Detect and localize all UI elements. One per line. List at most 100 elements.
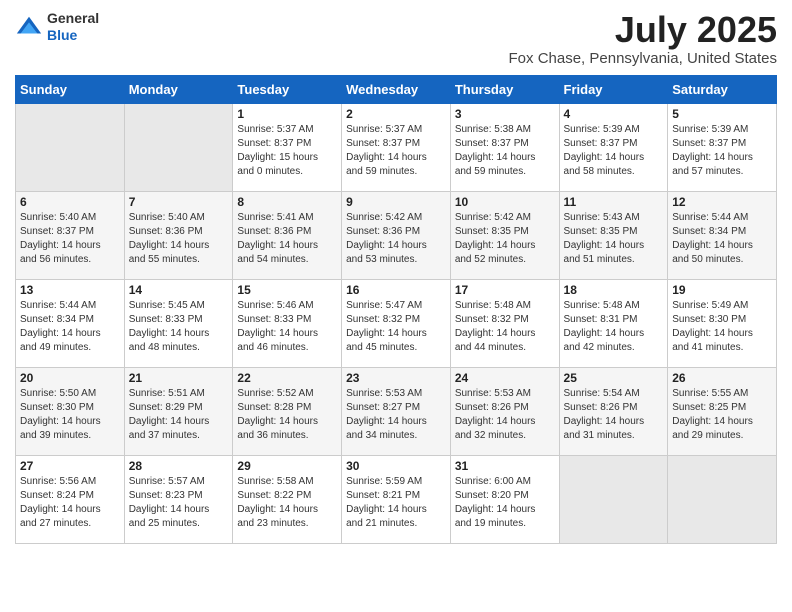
calendar-cell: 12 Sunrise: 5:44 AM Sunset: 8:34 PM Dayli…	[668, 191, 777, 279]
day-number: 24	[455, 371, 555, 385]
col-header-sunday: Sunday	[16, 75, 125, 103]
calendar-cell: 6 Sunrise: 5:40 AM Sunset: 8:37 PM Daylig…	[16, 191, 125, 279]
calendar-cell: 24 Sunrise: 5:53 AM Sunset: 8:26 PM Dayli…	[450, 367, 559, 455]
logo: General Blue	[15, 10, 99, 44]
day-number: 25	[564, 371, 664, 385]
day-number: 4	[564, 107, 664, 121]
calendar-cell: 26 Sunrise: 5:55 AM Sunset: 8:25 PM Dayli…	[668, 367, 777, 455]
day-info: Sunrise: 5:38 AM Sunset: 8:37 PM Dayligh…	[455, 123, 555, 179]
day-info: Sunrise: 5:48 AM Sunset: 8:32 PM Dayligh…	[455, 299, 555, 355]
calendar-cell: 22Sunrise: 5:52 AM Sunset: 8:28 PM Dayli…	[233, 367, 342, 455]
calendar-cell: 21Sunrise: 5:51 AM Sunset: 8:29 PM Dayli…	[124, 367, 233, 455]
calendar-cell: 13 Sunrise: 5:44 AM Sunset: 8:34 PM Dayli…	[16, 279, 125, 367]
day-info: Sunrise: 5:55 AM Sunset: 8:25 PM Dayligh…	[672, 387, 772, 443]
day-info: Sunrise: 5:56 AM Sunset: 8:24 PM Dayligh…	[20, 475, 120, 531]
week-row-2: 6 Sunrise: 5:40 AM Sunset: 8:37 PM Daylig…	[16, 191, 777, 279]
calendar-cell: 15 Sunrise: 5:46 AM Sunset: 8:33 PM Dayli…	[233, 279, 342, 367]
day-info: Sunrise: 5:51 AM Sunset: 8:29 PM Dayligh…	[129, 387, 229, 443]
col-header-thursday: Thursday	[450, 75, 559, 103]
day-number: 10	[455, 195, 555, 209]
calendar-cell: 27 Sunrise: 5:56 AM Sunset: 8:24 PM Dayli…	[16, 455, 125, 543]
logo-blue: Blue	[47, 27, 77, 43]
day-info: Sunrise: 5:53 AM Sunset: 8:27 PM Dayligh…	[346, 387, 446, 443]
day-info: Sunrise: 5:44 AM Sunset: 8:34 PM Dayligh…	[672, 211, 772, 267]
day-number: 29	[237, 459, 337, 473]
day-info: Sunrise: 5:45 AM Sunset: 8:33 PM Dayligh…	[129, 299, 229, 355]
day-number: 13	[20, 283, 120, 297]
logo-general: General	[47, 10, 99, 26]
day-info: Sunrise: 5:46 AM Sunset: 8:33 PM Dayligh…	[237, 299, 337, 355]
day-number: 17	[455, 283, 555, 297]
logo-text: General Blue	[47, 10, 99, 44]
day-number: 26	[672, 371, 772, 385]
day-info: Sunrise: 5:54 AM Sunset: 8:26 PM Dayligh…	[564, 387, 664, 443]
subtitle: Fox Chase, Pennsylvania, United States	[509, 50, 777, 67]
day-number: 30	[346, 459, 446, 473]
day-info: Sunrise: 5:37 AM Sunset: 8:37 PM Dayligh…	[346, 123, 446, 179]
day-info: Sunrise: 5:40 AM Sunset: 8:37 PM Dayligh…	[20, 211, 120, 267]
day-info: Sunrise: 5:59 AM Sunset: 8:21 PM Dayligh…	[346, 475, 446, 531]
day-number: 23	[346, 371, 446, 385]
day-info: Sunrise: 5:58 AM Sunset: 8:22 PM Dayligh…	[237, 475, 337, 531]
calendar-cell: 19 Sunrise: 5:49 AM Sunset: 8:30 PM Dayli…	[668, 279, 777, 367]
header: General Blue July 2025 Fox Chase, Pennsy…	[15, 10, 777, 67]
week-row-3: 13 Sunrise: 5:44 AM Sunset: 8:34 PM Dayli…	[16, 279, 777, 367]
day-info: Sunrise: 5:48 AM Sunset: 8:31 PM Dayligh…	[564, 299, 664, 355]
day-number: 8	[237, 195, 337, 209]
calendar-cell: 3 Sunrise: 5:38 AM Sunset: 8:37 PM Daylig…	[450, 103, 559, 191]
col-header-saturday: Saturday	[668, 75, 777, 103]
day-info: Sunrise: 5:57 AM Sunset: 8:23 PM Dayligh…	[129, 475, 229, 531]
day-number: 7	[129, 195, 229, 209]
calendar-cell: 5 Sunrise: 5:39 AM Sunset: 8:37 PM Daylig…	[668, 103, 777, 191]
day-number: 5	[672, 107, 772, 121]
calendar-cell: 4Sunrise: 5:39 AM Sunset: 8:37 PM Daylig…	[559, 103, 668, 191]
col-header-wednesday: Wednesday	[342, 75, 451, 103]
week-row-4: 20 Sunrise: 5:50 AM Sunset: 8:30 PM Dayli…	[16, 367, 777, 455]
calendar-cell: 30 Sunrise: 5:59 AM Sunset: 8:21 PM Dayli…	[342, 455, 451, 543]
col-header-friday: Friday	[559, 75, 668, 103]
calendar: SundayMondayTuesdayWednesdayThursdayFrid…	[15, 75, 777, 544]
calendar-cell: 10 Sunrise: 5:42 AM Sunset: 8:35 PM Dayli…	[450, 191, 559, 279]
day-number: 16	[346, 283, 446, 297]
calendar-cell: 16 Sunrise: 5:47 AM Sunset: 8:32 PM Dayli…	[342, 279, 451, 367]
calendar-cell: 9Sunrise: 5:42 AM Sunset: 8:36 PM Daylig…	[342, 191, 451, 279]
day-number: 6	[20, 195, 120, 209]
calendar-cell: 2 Sunrise: 5:37 AM Sunset: 8:37 PM Daylig…	[342, 103, 451, 191]
day-info: Sunrise: 5:42 AM Sunset: 8:35 PM Dayligh…	[455, 211, 555, 267]
calendar-cell: 17 Sunrise: 5:48 AM Sunset: 8:32 PM Dayli…	[450, 279, 559, 367]
calendar-cell: 20 Sunrise: 5:50 AM Sunset: 8:30 PM Dayli…	[16, 367, 125, 455]
day-info: Sunrise: 5:44 AM Sunset: 8:34 PM Dayligh…	[20, 299, 120, 355]
day-number: 3	[455, 107, 555, 121]
logo-icon	[15, 13, 43, 41]
day-info: Sunrise: 5:47 AM Sunset: 8:32 PM Dayligh…	[346, 299, 446, 355]
col-header-monday: Monday	[124, 75, 233, 103]
calendar-cell	[559, 455, 668, 543]
day-number: 27	[20, 459, 120, 473]
calendar-cell: 28 Sunrise: 5:57 AM Sunset: 8:23 PM Dayli…	[124, 455, 233, 543]
calendar-cell	[668, 455, 777, 543]
week-row-5: 27 Sunrise: 5:56 AM Sunset: 8:24 PM Dayli…	[16, 455, 777, 543]
day-info: Sunrise: 5:50 AM Sunset: 8:30 PM Dayligh…	[20, 387, 120, 443]
day-info: Sunrise: 5:53 AM Sunset: 8:26 PM Dayligh…	[455, 387, 555, 443]
day-number: 14	[129, 283, 229, 297]
calendar-cell: 14 Sunrise: 5:45 AM Sunset: 8:33 PM Dayli…	[124, 279, 233, 367]
col-header-tuesday: Tuesday	[233, 75, 342, 103]
day-info: Sunrise: 6:00 AM Sunset: 8:20 PM Dayligh…	[455, 475, 555, 531]
day-info: Sunrise: 5:39 AM Sunset: 8:37 PM Dayligh…	[672, 123, 772, 179]
calendar-cell: 23 Sunrise: 5:53 AM Sunset: 8:27 PM Dayli…	[342, 367, 451, 455]
calendar-cell: 8Sunrise: 5:41 AM Sunset: 8:36 PM Daylig…	[233, 191, 342, 279]
calendar-cell	[124, 103, 233, 191]
calendar-cell: 7Sunrise: 5:40 AM Sunset: 8:36 PM Daylig…	[124, 191, 233, 279]
week-row-1: 1 Sunrise: 5:37 AM Sunset: 8:37 PM Daylig…	[16, 103, 777, 191]
day-number: 20	[20, 371, 120, 385]
day-number: 19	[672, 283, 772, 297]
day-number: 12	[672, 195, 772, 209]
day-number: 22	[237, 371, 337, 385]
calendar-cell: 29 Sunrise: 5:58 AM Sunset: 8:22 PM Dayli…	[233, 455, 342, 543]
day-number: 1	[237, 107, 337, 121]
day-info: Sunrise: 5:49 AM Sunset: 8:30 PM Dayligh…	[672, 299, 772, 355]
day-number: 28	[129, 459, 229, 473]
calendar-cell: 25 Sunrise: 5:54 AM Sunset: 8:26 PM Dayli…	[559, 367, 668, 455]
day-number: 2	[346, 107, 446, 121]
day-number: 15	[237, 283, 337, 297]
